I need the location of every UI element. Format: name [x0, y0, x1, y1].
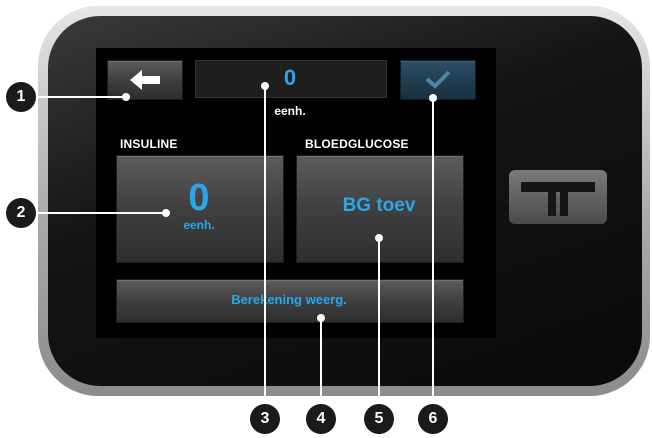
back-button[interactable] [107, 60, 183, 100]
leader-dot-4 [317, 314, 325, 322]
callout-6: 6 [418, 404, 448, 434]
leader-line-6 [432, 98, 434, 404]
t-logo-icon[interactable] [509, 170, 607, 224]
view-calculation-label: Berekening weerg. [231, 292, 347, 307]
logo-t-stem [548, 192, 556, 216]
leader-dot-6 [429, 94, 437, 102]
bloodglucose-label: BLOEDGLUCOSE [305, 137, 409, 151]
leader-line-3 [264, 86, 266, 404]
checkmark-icon [425, 70, 451, 89]
value-unit-label: eenh. [274, 104, 306, 118]
callout-5: 5 [364, 404, 394, 434]
leader-line-5 [378, 238, 380, 404]
leader-dot-2 [162, 209, 170, 217]
callout-2: 2 [6, 198, 36, 228]
value-display: 0 [283, 65, 297, 90]
logo-t-stem [560, 192, 568, 216]
leader-line-4 [320, 318, 322, 404]
insulin-label: INSULINE [120, 137, 178, 151]
callout-4: 4 [306, 404, 336, 434]
logo-t-bar [521, 182, 595, 192]
callout-1: 1 [6, 82, 36, 112]
left-arrow-icon [130, 70, 160, 90]
leader-dot-3 [261, 82, 269, 90]
leader-line-1 [36, 96, 126, 98]
leader-dot-5 [375, 234, 383, 242]
insulin-unit: eenh. [183, 218, 215, 232]
confirm-button[interactable] [400, 60, 476, 100]
leader-line-2 [36, 212, 166, 214]
add-bg-label: BG toev [342, 195, 416, 216]
callout-3: 3 [250, 404, 280, 434]
leader-dot-1 [122, 93, 130, 101]
